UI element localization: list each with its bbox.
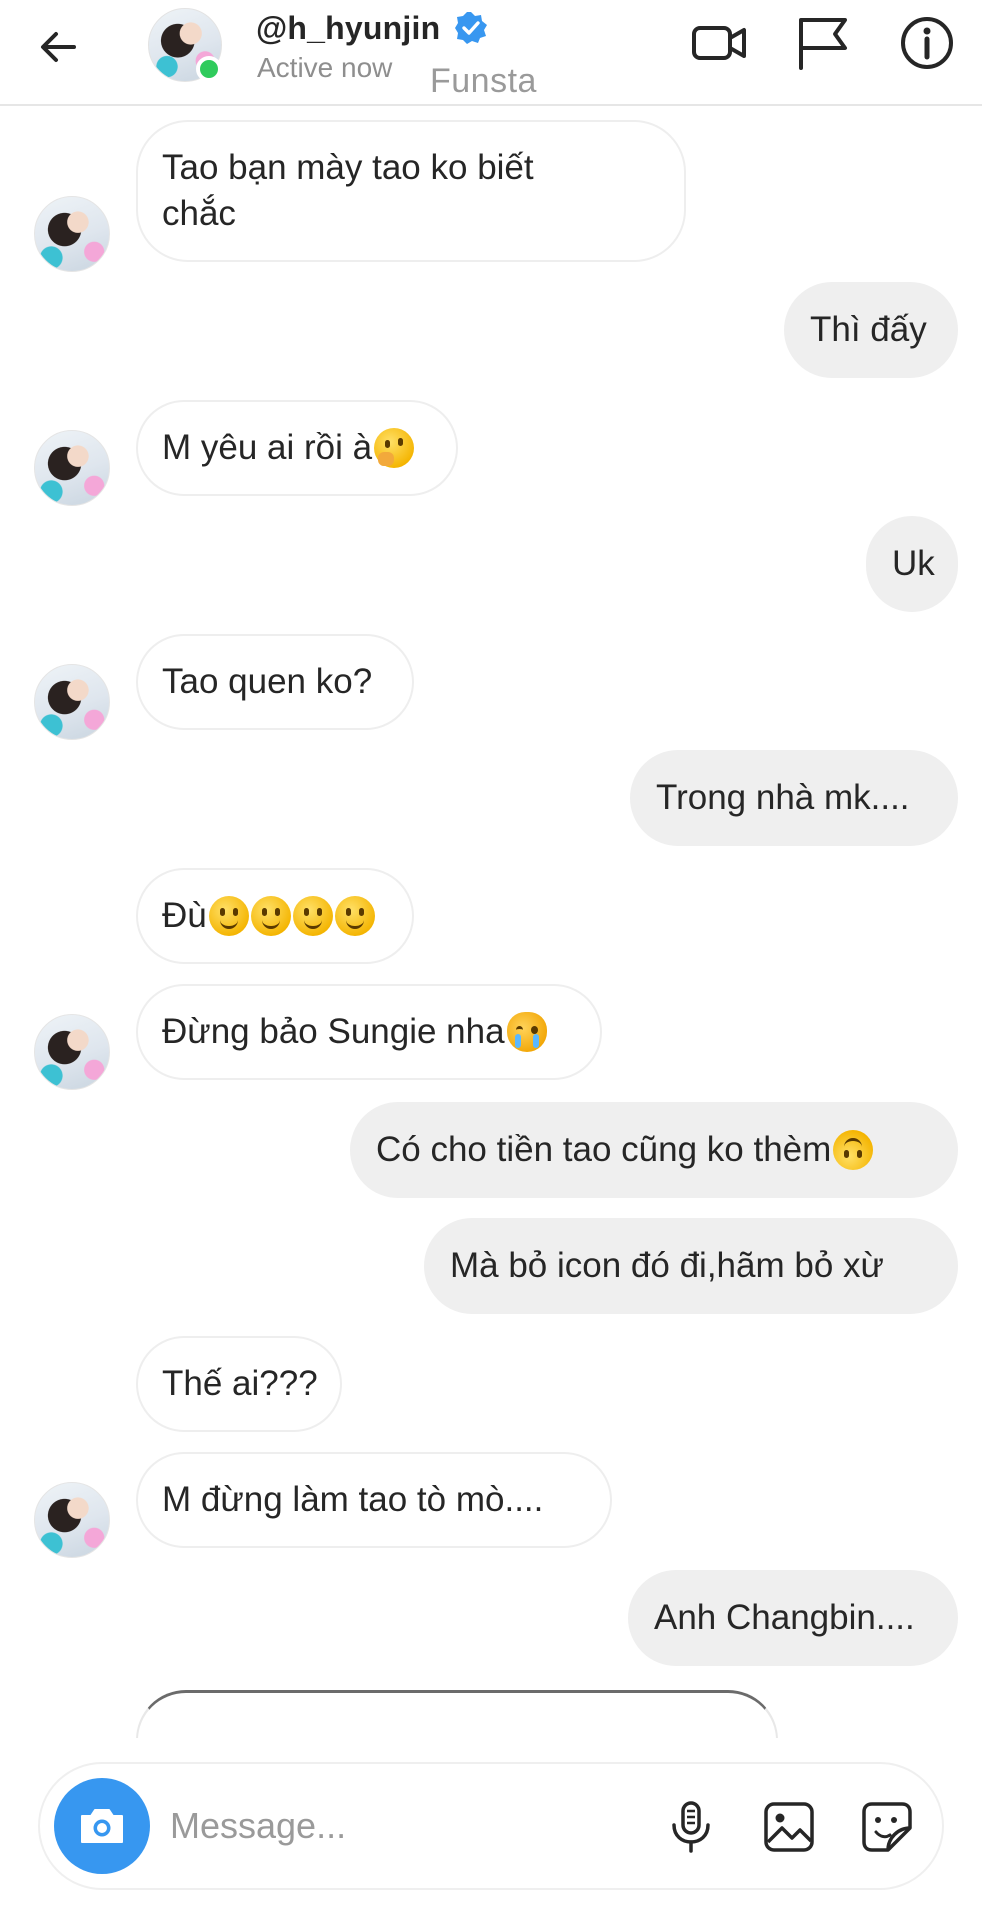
camera-icon (81, 1809, 123, 1843)
contact-name-row[interactable]: @h_hyunjin (256, 8, 488, 48)
thinking-face-icon (374, 428, 415, 468)
message-bubble-received[interactable]: Đừng bảo Sungie nha (136, 984, 602, 1080)
slightly-smiling-face-icon (250, 896, 291, 936)
message-bubble-sent[interactable]: Trong nhà mk.... (630, 750, 958, 846)
message-bubble-sent[interactable]: Có cho tiền tao cũng ko thèm (350, 1102, 958, 1198)
active-status: Active now (257, 52, 393, 83)
sender-avatar[interactable] (34, 664, 110, 740)
sender-avatar[interactable] (34, 430, 110, 506)
message-bubble-received[interactable]: Đù (136, 868, 414, 964)
flag-icon[interactable] (793, 14, 851, 72)
message-text: Đù (162, 896, 207, 935)
message-composer (38, 1762, 944, 1890)
back-arrow-icon[interactable] (34, 22, 84, 72)
sender-avatar[interactable] (34, 1482, 110, 1558)
chat-header: @h_hyunjin Active now Funsta (0, 0, 982, 106)
camera-button[interactable] (54, 1778, 150, 1874)
message-bubble-received[interactable]: Tao quen ko? (136, 634, 414, 730)
sender-avatar[interactable] (34, 1014, 110, 1090)
partial-shared-post[interactable] (136, 1690, 778, 1738)
microphone-icon[interactable] (662, 1798, 720, 1856)
message-text: Tao bạn mày tao ko biết chắc (162, 148, 534, 233)
gallery-icon[interactable] (760, 1798, 818, 1856)
online-indicator (196, 56, 222, 82)
message-thread[interactable]: Tao bạn mày tao ko biết chắc Thì đấy M y… (0, 108, 982, 1738)
message-text: Thế ai??? (162, 1364, 318, 1403)
contact-avatar[interactable] (148, 8, 222, 82)
message-text: Trong nhà mk.... (656, 778, 910, 817)
sticker-icon[interactable] (858, 1798, 916, 1856)
contact-username: @h_hyunjin (256, 9, 441, 46)
dm-screen: @h_hyunjin Active now Funsta Tao bạn mày… (0, 0, 982, 1920)
message-input[interactable] (170, 1798, 530, 1854)
upside-down-face-icon (833, 1130, 874, 1170)
message-text: Mà bỏ icon đó đi,hãm bỏ xừ (450, 1246, 884, 1285)
message-bubble-received[interactable]: M yêu ai rồi à (136, 400, 458, 496)
message-bubble-received[interactable]: Tao bạn mày tao ko biết chắc (136, 120, 686, 262)
message-bubble-sent[interactable]: Uk (866, 516, 958, 612)
message-bubble-sent[interactable]: Thì đấy (784, 282, 958, 378)
message-text: Có cho tiền tao cũng ko thèm (376, 1130, 832, 1169)
message-bubble-sent[interactable]: Anh Changbin.... (628, 1570, 958, 1666)
message-text: Anh Changbin.... (654, 1598, 915, 1637)
message-bubble-sent[interactable]: Mà bỏ icon đó đi,hãm bỏ xừ (424, 1218, 958, 1314)
crying-cat-face-icon (506, 1012, 547, 1052)
verified-badge-icon (455, 12, 488, 44)
message-bubble-received[interactable]: M đừng làm tao tò mò.... (136, 1452, 612, 1548)
message-text: M đừng làm tao tò mò.... (162, 1480, 544, 1519)
message-bubble-received[interactable]: Thế ai??? (136, 1336, 342, 1432)
funsta-label: Funsta (430, 62, 537, 100)
info-icon[interactable] (898, 14, 956, 72)
video-call-icon[interactable] (690, 14, 748, 72)
message-text: Tao quen ko? (162, 662, 373, 701)
slightly-smiling-face-icon (334, 896, 375, 936)
message-text: Đừng bảo Sungie nha (162, 1012, 505, 1051)
message-text: Uk (892, 544, 935, 583)
message-text: M yêu ai rồi à (162, 428, 373, 467)
message-text: Thì đấy (810, 310, 927, 349)
slightly-smiling-face-icon (208, 896, 249, 936)
sender-avatar[interactable] (34, 196, 110, 272)
slightly-smiling-face-icon (292, 896, 333, 936)
